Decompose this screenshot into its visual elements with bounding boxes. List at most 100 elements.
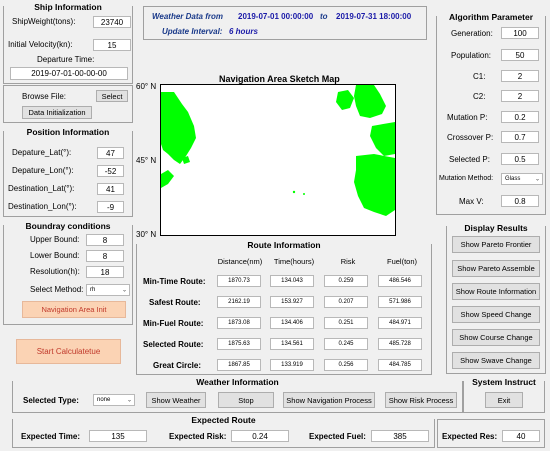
boundary-conditions-title: Boundray conditions xyxy=(4,221,132,231)
boundary-conditions-panel: Boundray conditions Upper Bound​: 8 Lowe… xyxy=(3,221,133,325)
resolution-field[interactable]: 18 xyxy=(86,266,124,278)
route-header-time: Time(hours) xyxy=(273,257,315,266)
expected-fuel-label: Expected Fuel: xyxy=(309,432,366,441)
show-risk-process-button[interactable]: Show Risk Process xyxy=(385,392,457,408)
selected-type-dropdown[interactable]: none ⌄ xyxy=(93,394,135,406)
ship-weight-field[interactable]: 23740 xyxy=(93,16,131,28)
route-row-label: Safest Route​: xyxy=(149,298,201,307)
show-speed-change-button[interactable]: Show Speed Change xyxy=(452,306,540,323)
c2-field[interactable]: 2 xyxy=(501,90,539,102)
selected-p-label: Selected P: xyxy=(449,155,490,164)
route-row-label: Min-Time Route​: xyxy=(143,277,206,286)
initial-velocity-field[interactable]: 15 xyxy=(93,39,131,51)
route-cell: 0.251 xyxy=(324,317,368,329)
route-cell: 134.406 xyxy=(270,317,314,329)
route-cell: 134.043 xyxy=(270,275,314,287)
route-row-label: Great Circle​: xyxy=(153,361,202,370)
destination-lat-label: Destination_Lat(°)​: xyxy=(8,184,75,193)
lower-bound-field[interactable]: 8 xyxy=(86,250,124,262)
upper-bound-field[interactable]: 8 xyxy=(86,234,124,246)
departure-lat-field[interactable]: 47 xyxy=(97,147,124,159)
crossover-p-field[interactable]: 0.7 xyxy=(501,131,539,143)
expected-res-field[interactable]: 40 xyxy=(502,430,540,442)
departure-lon-field[interactable]: -52 xyxy=(97,165,124,177)
generation-field[interactable]: 100 xyxy=(501,27,539,39)
selected-p-field[interactable]: 0.5 xyxy=(501,153,539,165)
destination-lon-field[interactable]: -9 xyxy=(97,201,124,213)
expected-time-field[interactable]: 135 xyxy=(89,430,147,442)
expected-res-label: Expected Res: xyxy=(442,432,498,441)
show-swave-change-button[interactable]: Show Swave Change xyxy=(452,352,540,369)
route-information-panel: Route Information Distance(nm) Time(hour… xyxy=(136,240,432,375)
update-interval-value: 6 hours xyxy=(229,27,258,36)
position-information-panel: Position Information Depature_Lat(°)​: 4… xyxy=(3,127,133,217)
weather-from-value: 2019-07-01 00:00:00 xyxy=(238,12,314,21)
ship-information-panel: Ship Information ShipWeight(tons)​: 2374… xyxy=(3,2,133,84)
mutation-method-dropdown[interactable]: Glass ⌄ xyxy=(501,173,543,185)
expected-fuel-field[interactable]: 385 xyxy=(371,430,429,442)
route-cell: 1873.08 xyxy=(217,317,261,329)
route-row-label: Selected Route​: xyxy=(143,340,204,349)
chevron-down-icon: ⌄ xyxy=(121,287,127,294)
select-method-dropdown[interactable]: rh ⌄ xyxy=(86,284,130,296)
route-cell: 134.561 xyxy=(270,338,314,350)
navigation-area-init-button[interactable]: Navigation Area Init xyxy=(22,301,126,318)
route-cell: 0.245 xyxy=(324,338,368,350)
navigation-area-map xyxy=(160,84,396,236)
ship-information-title: Ship Information xyxy=(4,2,132,12)
map-title: Navigation Area Sketch Map xyxy=(219,74,340,84)
route-cell: 0.259 xyxy=(324,275,368,287)
lower-bound-label: Lower Bound​: xyxy=(30,251,80,260)
weather-to-label: to xyxy=(320,12,328,21)
departure-time-field[interactable]: 2019-07-01-00-00-00 xyxy=(10,67,128,80)
mutation-method-label: Mutation Method: xyxy=(439,175,494,182)
exit-button[interactable]: Exit xyxy=(485,392,523,408)
route-cell: 484.971 xyxy=(378,317,422,329)
start-calculate-button[interactable]: Start Calculatetue xyxy=(16,339,121,364)
route-cell: 486.546 xyxy=(378,275,422,287)
chevron-down-icon: ⌄ xyxy=(534,176,540,183)
departure-lon-label: Depature_Lon(°)​: xyxy=(12,166,74,175)
c1-field[interactable]: 2 xyxy=(501,70,539,82)
algorithm-parameter-panel: Algorithm Parameter Generation: 100 Popu… xyxy=(436,12,546,215)
population-field[interactable]: 50 xyxy=(501,49,539,61)
show-weather-button[interactable]: Show Weather xyxy=(146,392,206,408)
select-button[interactable]: Select xyxy=(96,90,128,102)
ship-weight-label: ShipWeight(tons)​: xyxy=(12,17,76,26)
route-cell: 1870.73 xyxy=(217,275,261,287)
select-method-label: Select Method​: xyxy=(30,285,84,294)
weather-information-panel: Weather Information Selected Type: none … xyxy=(12,377,463,413)
data-initialization-button[interactable]: Data Initialization xyxy=(22,106,92,119)
file-panel: Browse File​: Select Data Initialization xyxy=(3,85,133,123)
show-route-information-button[interactable]: Show Route Information xyxy=(452,283,540,300)
show-pareto-frontier-button[interactable]: Show Pareto Frontier xyxy=(452,236,540,253)
max-v-field[interactable]: 0.8 xyxy=(501,195,539,207)
stop-button[interactable]: Stop xyxy=(218,392,274,408)
upper-bound-label: Upper Bound​: xyxy=(30,235,80,244)
route-header-risk: Risk xyxy=(340,257,356,266)
weather-from-label: Weather Data from xyxy=(152,12,223,21)
show-navigation-process-button[interactable]: Show Navigation Process xyxy=(283,392,375,408)
route-cell: 484.785 xyxy=(378,359,422,371)
expected-risk-field[interactable]: 0.24 xyxy=(231,430,289,442)
destination-lon-label: Destination_Lon(°)​: xyxy=(8,202,77,211)
land-azores-2 xyxy=(303,193,305,195)
show-course-change-button[interactable]: Show Course Change xyxy=(452,329,540,346)
departure-lat-label: Depature_Lat(°)​: xyxy=(12,148,72,157)
browse-file-label: Browse File​: xyxy=(22,92,67,101)
map-lat-45: 45° N xyxy=(136,156,157,165)
map-lat-30: 30° N xyxy=(136,230,157,239)
expected-risk-label: Expected Risk: xyxy=(169,432,227,441)
map-lat-60: 60° N xyxy=(136,82,157,91)
route-cell: 0.256 xyxy=(324,359,368,371)
population-label: Population: xyxy=(451,51,492,60)
destination-lat-field[interactable]: 41 xyxy=(97,183,124,195)
mutation-p-field[interactable]: 0.2 xyxy=(501,111,539,123)
chevron-down-icon: ⌄ xyxy=(126,397,132,404)
weather-data-header: Weather Data from 2019-07-01 00:00:00 to… xyxy=(143,6,427,40)
initial-velocity-label: Initial Velocity(kn)​: xyxy=(8,40,73,49)
route-cell: 2162.19 xyxy=(217,296,261,308)
route-header-fuel: Fuel(ton) xyxy=(386,257,417,266)
show-pareto-assemble-button[interactable]: Show Pareto Assemble xyxy=(452,260,540,277)
route-information-title: Route Information xyxy=(137,240,431,250)
